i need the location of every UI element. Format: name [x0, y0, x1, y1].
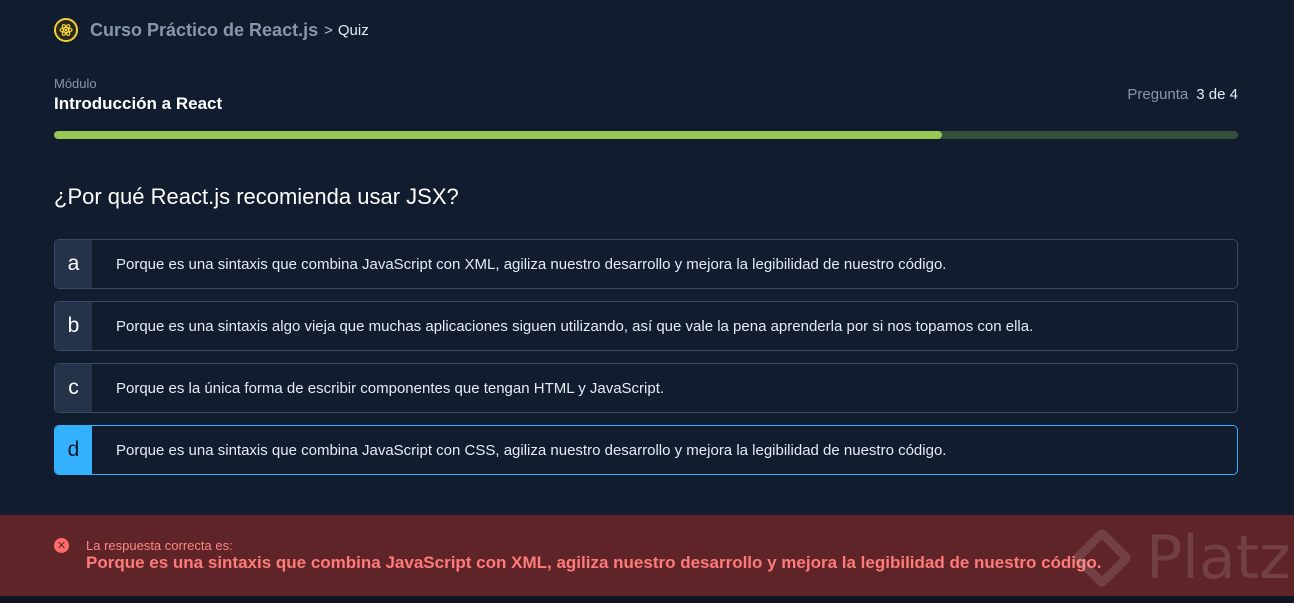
quiz-progress-bar [54, 131, 1238, 139]
module-info: Módulo Introducción a React [54, 76, 222, 114]
option-letter: b [55, 302, 92, 350]
course-header: Curso Práctico de React.js > Quiz [54, 16, 369, 44]
question-counter-value: 3 de 4 [1196, 86, 1238, 103]
error-circle-icon: ✕ [54, 538, 69, 553]
option-text: Porque es la única forma de escribir com… [116, 379, 665, 397]
feedback-label: La respuesta correcta es: [86, 538, 233, 553]
question-text: ¿Por qué React.js recomienda usar JSX? [54, 184, 459, 209]
answer-feedback-banner: ✕ La respuesta correcta es: Porque es un… [0, 515, 1294, 596]
watermark-text: Platzi [1146, 523, 1294, 593]
platzi-watermark: Platzi [1070, 523, 1294, 593]
option-text: Porque es una sintaxis que combina JavaS… [116, 255, 947, 273]
option-d[interactable]: d Porque es una sintaxis que combina Jav… [54, 425, 1238, 475]
question-counter: Pregunta 3 de 4 [1127, 86, 1238, 103]
feedback-correct-answer: Porque es una sintaxis que combina JavaS… [86, 553, 1102, 572]
option-letter: d [55, 426, 92, 474]
answer-options: a Porque es una sintaxis que combina Jav… [54, 239, 1238, 487]
breadcrumb-current: Quiz [337, 21, 369, 39]
breadcrumb-separator: > [324, 21, 333, 39]
module-label: Módulo [54, 76, 97, 91]
quiz-progress-fill [54, 131, 942, 139]
option-c[interactable]: c Porque es la única forma de escribir c… [54, 363, 1238, 413]
course-title-link[interactable]: Curso Práctico de React.js [90, 20, 318, 41]
bottom-strip [0, 596, 1294, 603]
platzi-logo-icon [1070, 526, 1134, 590]
option-text: Porque es una sintaxis que combina JavaS… [116, 441, 947, 459]
react-course-icon[interactable] [54, 18, 78, 42]
option-letter: c [55, 364, 92, 412]
option-a[interactable]: a Porque es una sintaxis que combina Jav… [54, 239, 1238, 289]
option-letter: a [55, 240, 92, 288]
option-text: Porque es una sintaxis algo vieja que mu… [116, 317, 1034, 335]
question-counter-label: Pregunta [1127, 86, 1189, 103]
option-b[interactable]: b Porque es una sintaxis algo vieja que … [54, 301, 1238, 351]
module-name: Introducción a React [54, 94, 223, 113]
